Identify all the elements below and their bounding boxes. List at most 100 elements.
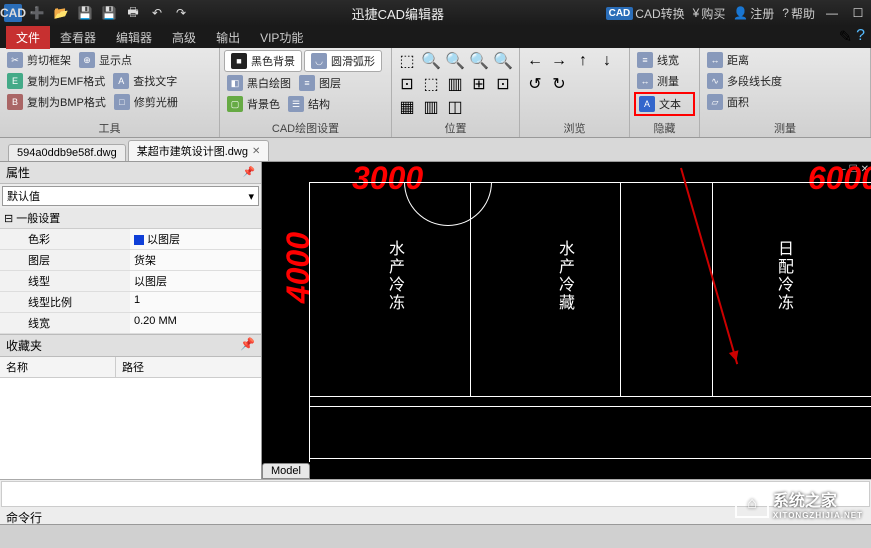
rot-cw[interactable]: ↻ — [548, 73, 570, 95]
area-icon: ▱ — [707, 94, 723, 110]
model-tab[interactable]: Model — [262, 463, 310, 479]
maximize-icon[interactable]: ☐ — [849, 4, 867, 22]
dim-4000: 4000 — [280, 232, 317, 303]
register-link[interactable]: 👤 注册 — [733, 5, 774, 22]
pos-btn-3[interactable]: 🔍 — [444, 50, 466, 72]
pos-btn-5[interactable]: 🔍 — [492, 50, 514, 72]
blackbg-icon: ■ — [231, 53, 247, 69]
ribbon: ✂剪切框架 ⊕显示点 E复制为EMF格式 A查找文字 B复制为BMP格式 □修剪… — [0, 48, 871, 138]
search-icon: A — [113, 73, 129, 89]
drawing-canvas[interactable]: —☐✕ 3000 6000 4000 水产冷冻 水产冷藏 日配冷冻 Model — [262, 162, 871, 479]
cut-frame-button[interactable]: ✂剪切框架 — [4, 50, 74, 70]
menu-vip[interactable]: VIP功能 — [250, 26, 313, 49]
group-measure-label: 测量 — [704, 119, 866, 137]
prop-layer[interactable]: 图层货架 — [0, 250, 261, 271]
trim-icon: □ — [114, 94, 130, 110]
file-tab-1[interactable]: 594a0ddb9e58f.dwg — [8, 144, 126, 161]
nav-up[interactable]: ↑ — [572, 50, 594, 72]
pos-btn-4[interactable]: 🔍 — [468, 50, 490, 72]
redo-icon[interactable]: ↷ — [172, 4, 190, 22]
polyline-len-button[interactable]: ∿多段线长度 — [704, 71, 866, 91]
trim-clip-button[interactable]: □修剪光栅 — [111, 92, 181, 112]
pos-btn-12[interactable]: ▥ — [420, 96, 442, 118]
layers-button[interactable]: ≡图层 — [296, 73, 344, 93]
buy-link[interactable]: ¥ 购买 — [693, 5, 726, 22]
nav-down[interactable]: ↓ — [596, 50, 618, 72]
pos-btn-8[interactable]: ▥ — [444, 73, 466, 95]
help2-icon[interactable]: ? — [856, 27, 865, 47]
menu-advanced[interactable]: 高级 — [162, 26, 206, 49]
scissors-icon: ✂ — [7, 52, 23, 68]
print-icon[interactable]: 🖶 — [124, 4, 142, 22]
close-tab-icon[interactable]: ✕ — [252, 146, 260, 157]
show-points-button[interactable]: ⊕显示点 — [76, 50, 135, 70]
prop-linetype[interactable]: 线型以图层 — [0, 271, 261, 292]
section-general[interactable]: ⊟ 一般设置 — [0, 208, 261, 229]
pline-icon: ∿ — [707, 73, 723, 89]
pos-btn-11[interactable]: ▦ — [396, 96, 418, 118]
find-text-button[interactable]: A查找文字 — [110, 71, 180, 91]
save-icon[interactable]: 💾 — [76, 4, 94, 22]
pos-btn-7[interactable]: ⬚ — [420, 73, 442, 95]
watermark: ⌂ 系统之家 XITONGZHIJIA.NET — [735, 487, 863, 520]
fav-col-path[interactable]: 路径 — [116, 357, 150, 377]
nav-right[interactable]: → — [548, 50, 570, 72]
minimize-icon[interactable]: — — [823, 4, 841, 22]
pin2-icon[interactable]: 📌 — [240, 337, 255, 354]
area-button[interactable]: ▱面积 — [704, 92, 866, 112]
saveas-icon[interactable]: 💾 — [100, 4, 118, 22]
pos-btn-2[interactable]: 🔍 — [420, 50, 442, 72]
bw-icon: ◧ — [227, 75, 243, 91]
smooth-arc-button[interactable]: ◡圆滑弧形 — [304, 50, 382, 72]
menu-editor[interactable]: 编辑器 — [106, 26, 162, 49]
cad-badge-icon: CAD — [606, 7, 634, 20]
measure-hide-button[interactable]: ↔测量 — [634, 71, 695, 91]
menu-file[interactable]: 文件 — [6, 26, 50, 49]
copy-bmp-button[interactable]: B复制为BMP格式 — [4, 92, 109, 112]
text-button[interactable]: A文本 — [634, 92, 695, 116]
fav-title: 收藏夹 — [6, 337, 42, 354]
pos-btn-13[interactable]: ◫ — [444, 96, 466, 118]
open-icon[interactable]: 📂 — [52, 4, 70, 22]
structure-button[interactable]: ☰结构 — [285, 94, 333, 114]
room-label-3: 日配冷冻 — [771, 240, 795, 312]
file-tab-2[interactable]: 某超市建筑设计图.dwg✕ — [128, 140, 270, 161]
menu-viewer[interactable]: 查看器 — [50, 26, 106, 49]
pos-btn-9[interactable]: ⊞ — [468, 73, 490, 95]
watermark-logo: ⌂ — [735, 490, 769, 518]
prop-ltscale[interactable]: 线型比例1 — [0, 292, 261, 313]
pos-btn-6[interactable]: ⊡ — [396, 73, 418, 95]
points-icon: ⊕ — [79, 52, 95, 68]
linewidth-button[interactable]: ≡线宽 — [634, 50, 695, 70]
cad-convert-link[interactable]: CAD CAD转换 — [606, 5, 685, 22]
help-link[interactable]: ? 帮助 — [782, 5, 815, 22]
bg-color-button[interactable]: ▢背景色 — [224, 94, 283, 114]
text-icon: A — [639, 96, 655, 112]
distance-button[interactable]: ↔距离 — [704, 50, 866, 70]
pos-btn-1[interactable]: ⬚ — [396, 50, 418, 72]
room-label-2: 水产冷藏 — [552, 240, 576, 312]
dist-icon: ↔ — [707, 52, 723, 68]
arc-shape — [404, 182, 492, 226]
copy-emf-button[interactable]: E复制为EMF格式 — [4, 71, 108, 91]
pos-btn-10[interactable]: ⊡ — [492, 73, 514, 95]
default-combo[interactable]: 默认值▾ — [2, 186, 259, 206]
black-bg-button[interactable]: ■黑色背景 — [224, 50, 302, 72]
room-label-1: 水产冷冻 — [382, 240, 406, 312]
nav-left[interactable]: ← — [524, 50, 546, 72]
file-tabs: 594a0ddb9e58f.dwg 某超市建筑设计图.dwg✕ — [0, 138, 871, 162]
prop-color[interactable]: 色彩以图层 — [0, 229, 261, 250]
bw-plot-button[interactable]: ◧黑白绘图 — [224, 73, 294, 93]
dim-6000: 6000 — [808, 162, 871, 197]
group-browse-label: 浏览 — [524, 119, 625, 137]
fav-col-name[interactable]: 名称 — [0, 357, 116, 377]
rot-ccw[interactable]: ↺ — [524, 73, 546, 95]
layers-icon: ≡ — [299, 75, 315, 91]
pin-icon[interactable]: 📌 — [243, 167, 255, 178]
prop-lineweight[interactable]: 线宽0.20 MM — [0, 313, 261, 334]
menu-output[interactable]: 输出 — [206, 26, 250, 49]
new-icon[interactable]: ➕ — [28, 4, 46, 22]
group-position-label: 位置 — [396, 119, 515, 137]
brush-icon[interactable]: ✎ — [839, 27, 852, 47]
undo-icon[interactable]: ↶ — [148, 4, 166, 22]
